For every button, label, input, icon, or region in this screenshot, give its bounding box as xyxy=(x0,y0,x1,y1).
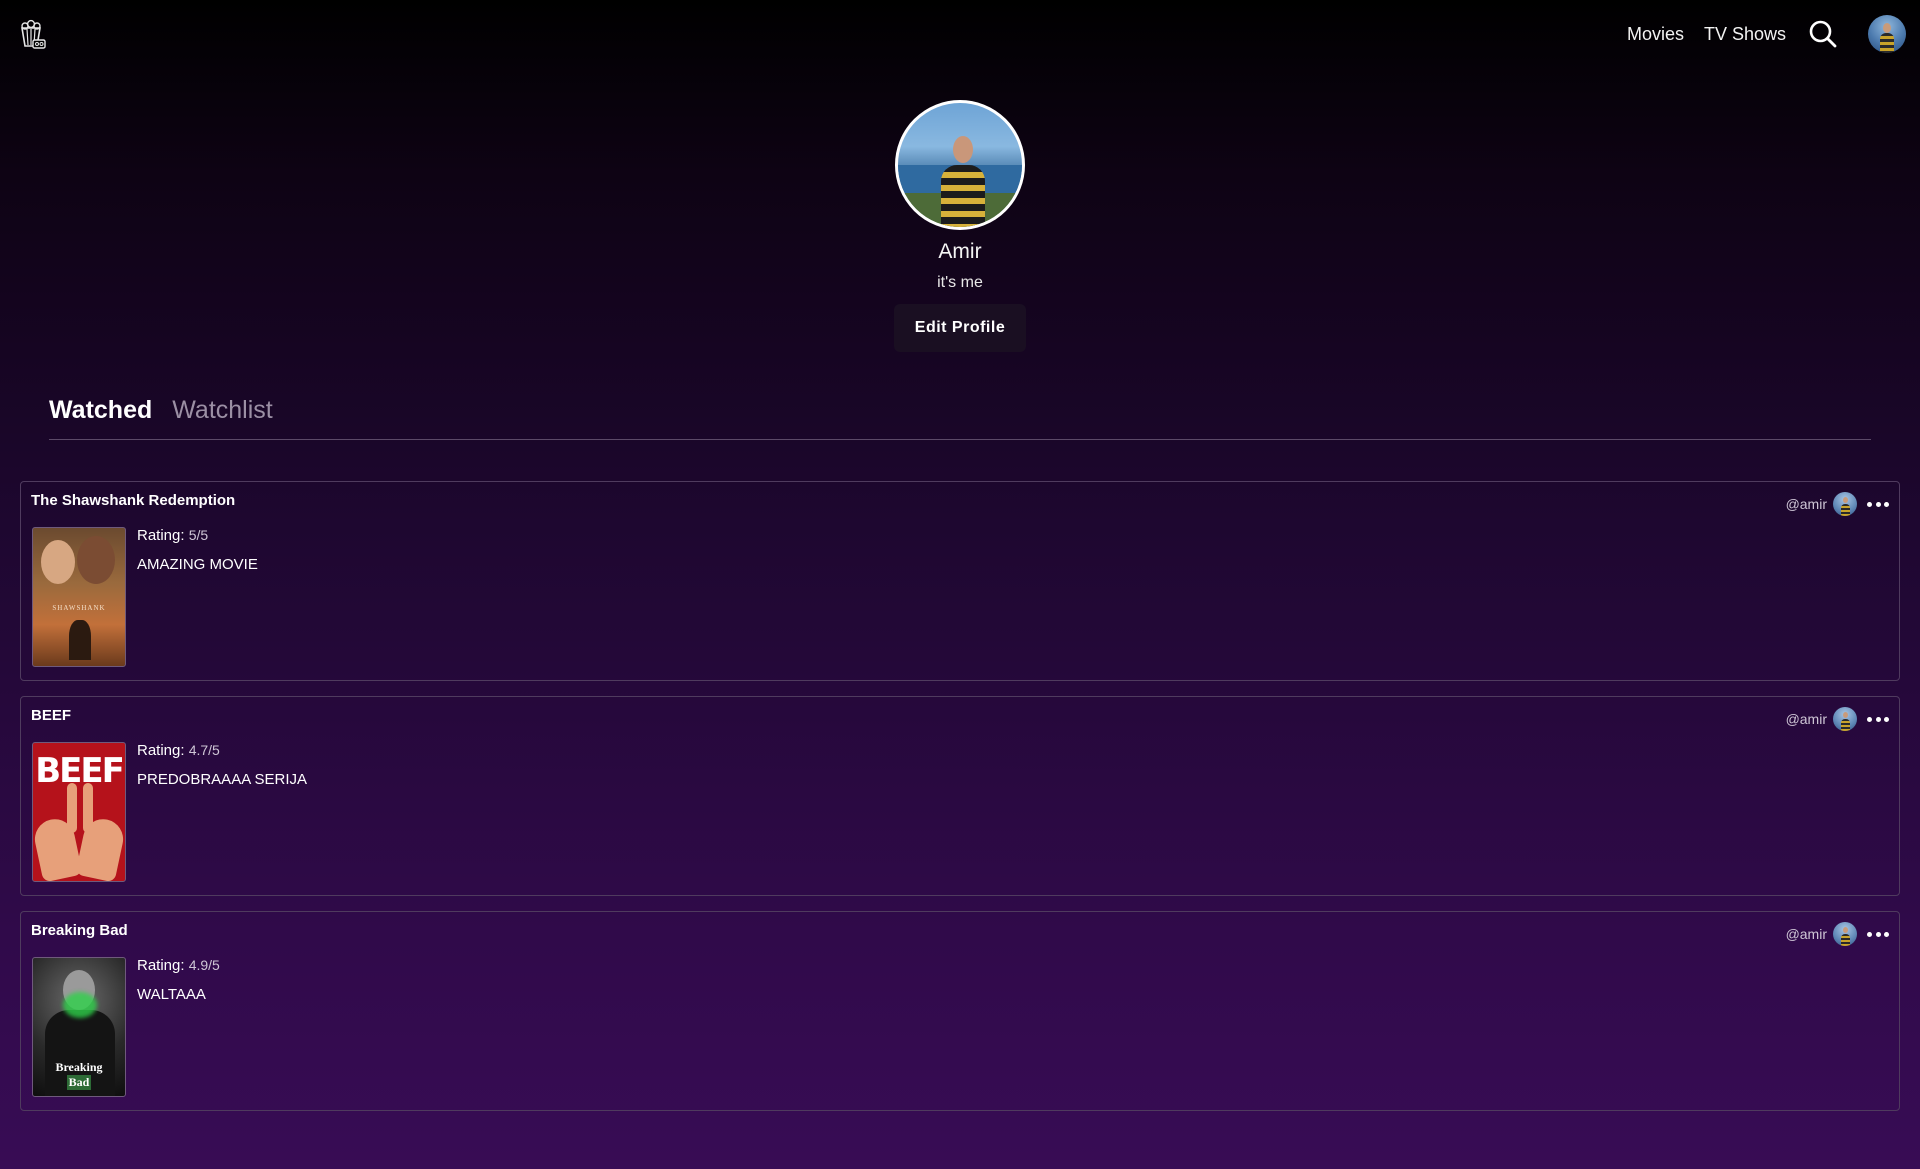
rating-value: 4.9/5 xyxy=(188,957,220,973)
navbar: Movies TV Shows xyxy=(0,0,1920,68)
movie-poster[interactable]: Breaking Bad xyxy=(32,957,126,1097)
user-avatar[interactable] xyxy=(1833,707,1857,731)
review-meta: @amir xyxy=(1786,922,1889,946)
movie-poster[interactable]: SHAWSHANK xyxy=(32,527,126,667)
rating-value: 5/5 xyxy=(188,527,209,543)
poster-title-text: BEEF xyxy=(35,751,125,791)
rating-line: Rating: 4.9/5 xyxy=(137,957,220,974)
more-options-icon[interactable] xyxy=(1867,497,1889,511)
edit-profile-button[interactable]: Edit Profile xyxy=(894,304,1026,352)
nav-link-movies[interactable]: Movies xyxy=(1627,24,1684,45)
user-avatar[interactable] xyxy=(1868,15,1906,53)
user-handle[interactable]: @amir xyxy=(1786,926,1827,942)
avatar-head xyxy=(1843,497,1848,503)
review-body: Rating: 4.7/5 PREDOBRAAAA SERIJA xyxy=(137,742,307,788)
tab-watchlist[interactable]: Watchlist xyxy=(172,396,272,425)
review-body: Rating: 5/5 AMAZING MOVIE xyxy=(137,527,258,573)
poster-title-text: Breaking Bad xyxy=(33,1060,125,1090)
avatar-head xyxy=(1843,712,1848,718)
poster-title-line1: Breaking xyxy=(55,1060,103,1074)
review-title[interactable]: The Shawshank Redemption xyxy=(31,492,235,509)
avatar-torso xyxy=(1841,934,1850,946)
user-handle[interactable]: @amir xyxy=(1786,496,1827,512)
review-card: BEEF BEEF Rating: 4.7/5 PREDOBRAAAA SERI… xyxy=(20,696,1900,896)
movie-poster[interactable]: BEEF xyxy=(32,742,126,882)
more-options-icon[interactable] xyxy=(1867,712,1889,726)
review-card: The Shawshank Redemption SHAWSHANK Ratin… xyxy=(20,481,1900,681)
avatar-torso xyxy=(1841,504,1850,516)
rating-label: Rating: xyxy=(137,957,185,974)
user-avatar[interactable] xyxy=(1833,922,1857,946)
poster-figure xyxy=(69,620,91,660)
poster-face xyxy=(41,540,75,584)
user-avatar[interactable] xyxy=(1833,492,1857,516)
poster-title-text: SHAWSHANK xyxy=(52,604,106,612)
review-text: WALTAAA xyxy=(137,986,206,1003)
avatar-torso xyxy=(1841,719,1850,731)
profile-tabs: Watched Watchlist xyxy=(49,396,1871,440)
avatar-head xyxy=(1843,927,1848,933)
review-title[interactable]: BEEF xyxy=(31,707,71,724)
review-meta: @amir xyxy=(1786,492,1889,516)
avatar-torso xyxy=(941,165,985,227)
rating-label: Rating: xyxy=(137,742,185,759)
popcorn-icon[interactable] xyxy=(14,17,48,51)
poster-title-line2: Bad xyxy=(66,1075,92,1090)
review-title[interactable]: Breaking Bad xyxy=(31,922,128,939)
tab-watched[interactable]: Watched xyxy=(49,396,152,425)
avatar-head xyxy=(953,136,973,163)
avatar-head xyxy=(1883,23,1891,33)
rating-value: 4.7/5 xyxy=(188,742,220,758)
profile-header: Amir it's me Edit Profile xyxy=(0,100,1920,352)
review-text: PREDOBRAAAA SERIJA xyxy=(137,771,308,788)
poster-face xyxy=(77,536,115,584)
review-text: AMAZING MOVIE xyxy=(137,556,258,573)
poster-glow xyxy=(63,992,97,1018)
review-meta: @amir xyxy=(1786,707,1889,731)
profile-avatar xyxy=(895,100,1025,230)
more-options-icon[interactable] xyxy=(1867,927,1889,941)
nav-right: Movies TV Shows xyxy=(1627,0,1906,68)
review-card: Breaking Bad Breaking Bad Rating: 4.9/5 … xyxy=(20,911,1900,1111)
profile-name: Amir xyxy=(938,240,982,263)
review-body: Rating: 4.9/5 WALTAAA xyxy=(137,957,220,1003)
search-icon[interactable] xyxy=(1808,19,1838,49)
nav-link-tvshows[interactable]: TV Shows xyxy=(1704,24,1786,45)
rating-line: Rating: 5/5 xyxy=(137,527,258,544)
avatar-torso xyxy=(1880,33,1894,53)
rating-label: Rating: xyxy=(137,527,185,544)
rating-line: Rating: 4.7/5 xyxy=(137,742,307,759)
profile-bio: it's me xyxy=(937,274,983,291)
user-handle[interactable]: @amir xyxy=(1786,711,1827,727)
